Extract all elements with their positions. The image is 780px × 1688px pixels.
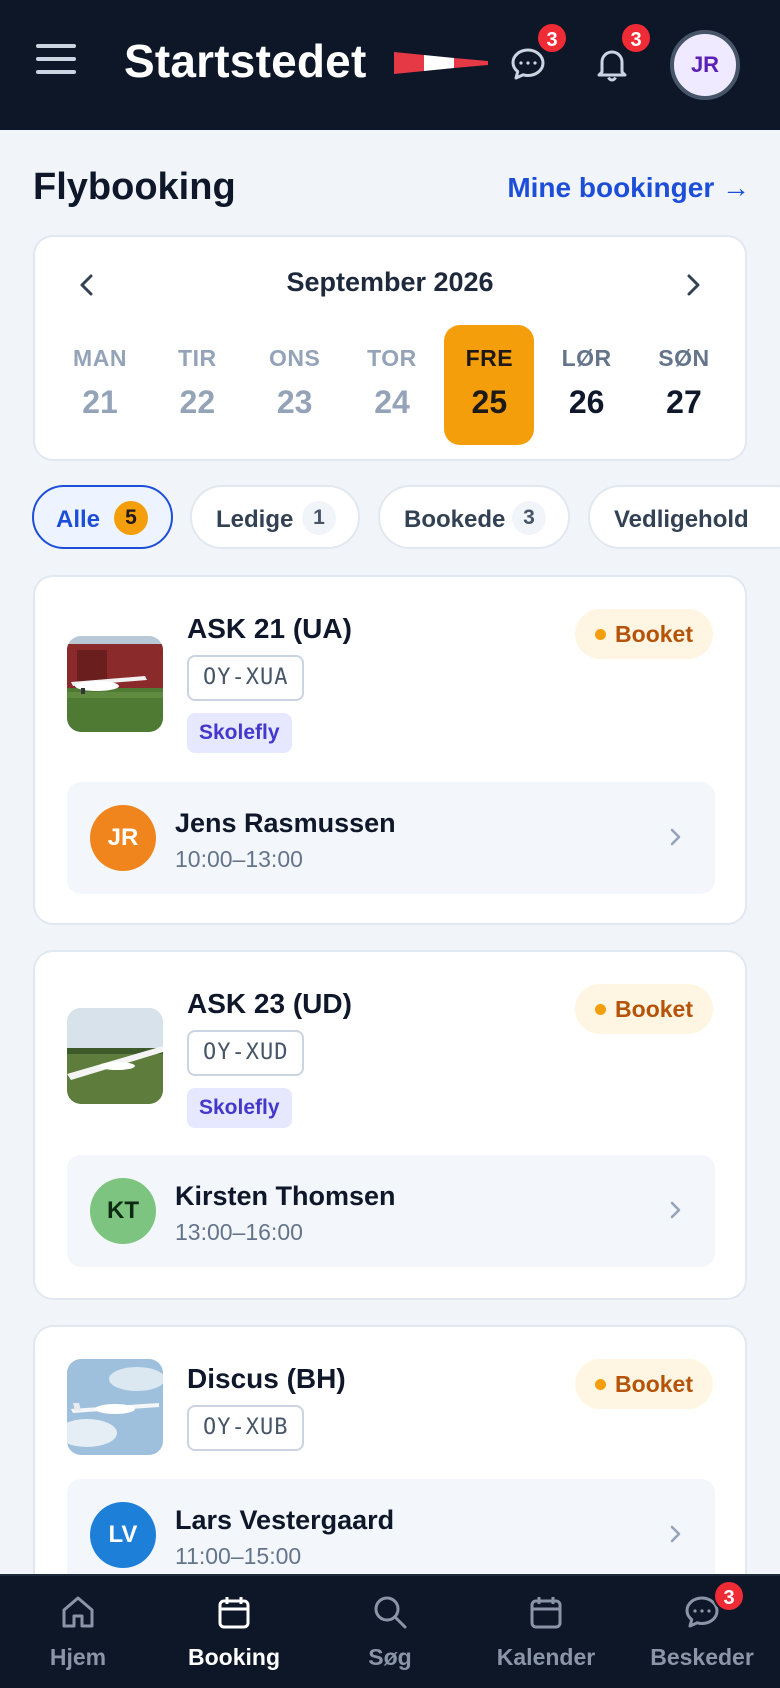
chip-count: 3	[512, 501, 546, 535]
bottom-navigation: Hjem Booking Søg Kalender Beskeder 3	[0, 1574, 780, 1688]
registration-badge: OY-XUA	[187, 655, 305, 701]
booker-name: Kirsten Thomsen	[175, 1181, 396, 1211]
booker-avatar: LV	[90, 1502, 156, 1568]
status-badge: Booket	[575, 609, 713, 659]
filter-chip-ledige[interactable]: Ledige 1	[190, 485, 360, 549]
chip-count: 5	[114, 501, 148, 535]
calendar-icon	[218, 1597, 250, 1629]
day-thursday[interactable]: TOR 24	[347, 325, 437, 445]
week-calendar: September 2026 MAN 21 TIR 22 ONS 23 TOR 24 F…	[33, 235, 747, 461]
day-number: 23	[276, 384, 313, 420]
day-name: TIR	[178, 345, 217, 371]
windsock-flag-icon	[394, 52, 488, 74]
day-number: 22	[179, 384, 216, 420]
aircraft-card[interactable]: ASK 21 (UA) OY-XUA Skolefly Booket JR Je…	[33, 575, 747, 925]
booking-time: 13:00–16:00	[175, 1219, 303, 1245]
calendar-icon	[530, 1597, 562, 1629]
nav-kalender[interactable]: Kalender	[468, 1576, 624, 1688]
day-number: 21	[82, 384, 118, 420]
status-badge: Booket	[575, 984, 713, 1034]
chip-label: Ledige	[216, 506, 294, 533]
registration-badge: OY-XUB	[187, 1405, 305, 1451]
status-label: Booket	[615, 1371, 693, 1397]
status-label: Booket	[615, 621, 693, 647]
status-badge: Booket	[575, 1359, 713, 1409]
day-number: 24	[374, 384, 410, 420]
chevron-right-icon	[670, 1525, 681, 1543]
chevron-right-icon	[670, 1201, 681, 1219]
day-strip: MAN 21 TIR 22 ONS 23 TOR 24 FRE 25 LØR 26 SØN 2…	[55, 325, 729, 445]
nav-hjem[interactable]: Hjem	[0, 1576, 156, 1688]
aircraft-photo	[67, 636, 163, 732]
aircraft-tag: Skolefly	[187, 713, 292, 753]
aircraft-tag: Skolefly	[187, 1088, 292, 1128]
booker-avatar: JR	[90, 805, 156, 871]
booking-row[interactable]: KT Kirsten Thomsen 13:00–16:00	[67, 1155, 715, 1267]
aircraft-card[interactable]: ASK 23 (UD) OY-XUD Skolefly Booket KT Ki…	[33, 950, 747, 1300]
booking-row[interactable]: JR Jens Rasmussen 10:00–13:00	[67, 782, 715, 894]
app-brand: Startstedet	[124, 35, 367, 87]
chevron-right-icon[interactable]	[673, 265, 713, 305]
booker-avatar: KT	[90, 1178, 156, 1244]
page-title: Flybooking	[33, 166, 236, 208]
filter-chip-vedligehold[interactable]: Vedligehold	[588, 485, 780, 549]
day-sunday[interactable]: SØN 27	[639, 325, 729, 445]
filter-chips: Alle 5 Ledige 1 Bookede 3 Vedligehold	[32, 485, 780, 551]
aircraft-name: ASK 21 (UA)	[187, 613, 352, 644]
day-number: 26	[568, 384, 605, 420]
status-dot	[595, 629, 607, 640]
messages-nav-badge: 3	[713, 1580, 745, 1612]
nav-label: Booking	[188, 1644, 280, 1670]
booking-time: 10:00–13:00	[175, 846, 303, 872]
day-name: LØR	[561, 345, 612, 371]
chip-label: Alle	[56, 506, 101, 533]
status-dot	[595, 1004, 607, 1015]
aircraft-photo	[67, 1008, 163, 1104]
day-number: 25	[471, 384, 508, 420]
filter-chip-alle[interactable]: Alle 5	[32, 485, 173, 549]
day-friday-selected[interactable]: FRE 25	[444, 325, 535, 445]
nav-label: Hjem	[49, 1644, 107, 1670]
chip-label: Vedligehold	[614, 506, 749, 533]
nav-label: Kalender	[496, 1644, 596, 1670]
day-name: TOR	[367, 345, 417, 371]
day-number: 27	[666, 384, 702, 420]
chip-count: 1	[302, 501, 336, 535]
day-name: SØN	[658, 345, 710, 371]
aircraft-name: Discus (BH)	[187, 1363, 346, 1394]
nav-booking[interactable]: Booking	[156, 1576, 312, 1688]
aircraft-name: ASK 23 (UD)	[187, 988, 352, 1019]
nav-sog[interactable]: Søg	[312, 1576, 468, 1688]
aircraft-photo	[67, 1359, 163, 1455]
day-tuesday[interactable]: TIR 22	[152, 325, 242, 445]
day-name: ONS	[268, 345, 321, 371]
filter-chip-bookede[interactable]: Bookede 3	[378, 485, 570, 549]
nav-label: Søg	[368, 1644, 412, 1670]
search-icon	[374, 1596, 407, 1629]
chevron-right-icon	[670, 828, 681, 846]
booker-name: Jens Rasmussen	[175, 808, 396, 838]
status-dot	[595, 1379, 607, 1390]
calendar-month: September 2026	[286, 267, 494, 297]
status-label: Booket	[615, 996, 693, 1022]
home-icon	[62, 1596, 94, 1628]
messages-badge: 3	[536, 22, 568, 54]
notifications-badge: 3	[620, 22, 652, 54]
top-app-bar: Startstedet 3 3 JR	[0, 0, 780, 130]
nav-label: Beskeder	[650, 1644, 754, 1670]
booking-time: 11:00–15:00	[175, 1543, 302, 1569]
day-monday[interactable]: MAN 21	[55, 325, 145, 445]
booker-name: Lars Vestergaard	[175, 1505, 395, 1535]
day-saturday[interactable]: LØR 26	[542, 325, 632, 445]
chip-label: Bookede	[404, 506, 506, 533]
day-name: MAN	[73, 345, 127, 371]
day-name: FRE	[465, 345, 514, 371]
user-avatar[interactable]: JR	[670, 30, 740, 100]
menu-icon[interactable]	[36, 44, 76, 78]
nav-beskeder[interactable]: Beskeder	[624, 1576, 780, 1688]
registration-badge: OY-XUD	[187, 1030, 305, 1076]
my-bookings-link[interactable]: Mine bookinger →	[507, 172, 750, 204]
day-wednesday[interactable]: ONS 23	[250, 325, 340, 445]
